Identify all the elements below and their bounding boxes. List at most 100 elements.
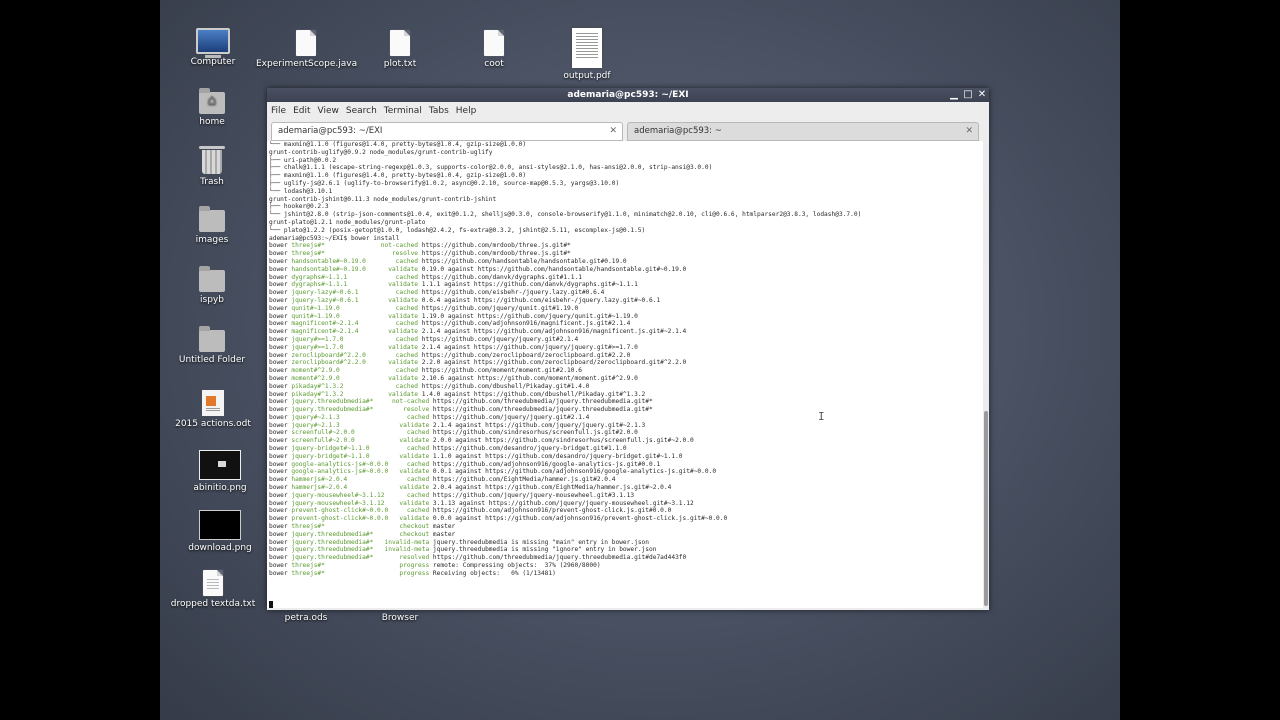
terminal-line: bower zeroclipboard#^2.2.0 cached https:… [269, 352, 981, 360]
line-detail: https://github.com/sindresorhus/screenfu… [429, 429, 638, 437]
line-prefix: bower [269, 367, 292, 375]
line-prefix: bower [269, 374, 292, 382]
tab-home[interactable]: ademaria@pc593: ~ ✕ [627, 122, 979, 141]
menu-help[interactable]: Help [456, 102, 482, 120]
tab-exi[interactable]: ademaria@pc593: ~/EXI ✕ [271, 122, 623, 141]
line-detail: https://github.com/desandro/jquery-bridg… [429, 445, 627, 453]
desktop-icon-ispyb[interactable]: ispyb [162, 266, 262, 306]
desktop-icon-petra[interactable]: petra.ods [256, 612, 356, 624]
text-file-icon [203, 570, 223, 596]
line-prefix: bower [269, 257, 292, 265]
terminal-line: bower google-analytics-js#~0.0.0 validat… [269, 468, 981, 476]
line-prefix: bower [269, 351, 292, 359]
desktop-icon-label: Browser [381, 613, 419, 623]
line-package: jquery-lazy#~0.6.1 validate [291, 296, 419, 304]
terminal-window[interactable]: ademaria@pc593: ~/EXI ▁ □ ✕ File Edit Vi… [267, 88, 989, 610]
terminal-line: bower prevent-ghost-click#~0.0.0 cached … [269, 507, 981, 515]
desktop-icon-trash[interactable]: Trash [162, 146, 262, 188]
line-package: qunit#~1.19.0 cached [291, 304, 419, 312]
line-prefix: bower [269, 554, 292, 562]
desktop-icon-experimentscope[interactable]: ExperimentScope.java [256, 30, 357, 70]
terminal-line: bower moment#^2.9.0 cached https://githu… [269, 367, 981, 375]
line-detail: https://github.com/dbushell/Pikaday.git#… [418, 382, 590, 390]
desktop-icon-plot[interactable]: plot.txt [350, 30, 450, 70]
desktop-icon-label: Computer [190, 57, 236, 67]
desktop-icon-dropped-textda[interactable]: dropped textda.txt [163, 570, 263, 610]
line-detail: https://github.com/adjohnson916/prevent-… [429, 507, 672, 515]
menu-file[interactable]: File [271, 102, 291, 120]
file-icon [484, 30, 504, 56]
line-package: magnificent#~2.1.4 cached [291, 320, 419, 328]
window-titlebar[interactable]: ademaria@pc593: ~/EXI ▁ □ ✕ [267, 88, 989, 102]
line-prefix: └── plato@1.2.2 (posix-getopt@1.0.0, lod… [269, 226, 646, 234]
desktop-icon-2015-actions[interactable]: 2015 actions.odt [163, 390, 263, 430]
line-package: threejs#* resolve [291, 250, 419, 258]
line-detail: https://github.com/jquery/jquery.git#2.1… [429, 413, 590, 421]
desktop-icon-output-pdf[interactable]: output.pdf [537, 28, 637, 82]
terminal-line: bower jquery.threedubmedia#* invalid-met… [269, 539, 981, 547]
line-detail: jquery.threedubmedia is missing "ignore"… [429, 546, 657, 554]
terminal-line: bower jquery.threedubmedia#* resolved ht… [269, 554, 981, 562]
line-package: prevent-ghost-click#~0.0.0 validate [291, 515, 430, 523]
line-package: jquery#>=1.7.0 validate [291, 343, 419, 351]
terminal-line: bower jquery#~2.1.3 cached https://githu… [269, 414, 981, 422]
menu-search[interactable]: Search [346, 102, 382, 120]
terminal-line: bower pikaday#^1.3.2 cached https://gith… [269, 383, 981, 391]
line-package: jquery#~2.1.3 validate [291, 421, 430, 429]
line-detail: https://github.com/EightMedia/hammer.js.… [429, 476, 616, 484]
menu-terminal[interactable]: Terminal [384, 102, 427, 120]
maximize-icon[interactable]: □ [963, 88, 973, 102]
menu-edit[interactable]: Edit [293, 102, 315, 120]
close-icon[interactable]: ✕ [977, 88, 987, 102]
menu-bar: File Edit View Search Terminal Tabs Help [267, 102, 989, 120]
terminal-line: bower threejs#* checkout master [269, 523, 981, 531]
window-title: ademaria@pc593: ~/EXI [567, 90, 689, 100]
line-prefix: bower [269, 546, 292, 554]
line-detail: https://github.com/handsontable/handsont… [418, 257, 627, 265]
line-package: jquery.threedubmedia#* invalid-meta [291, 546, 430, 554]
terminal-line: bower jquery#~2.1.3 validate 2.1.4 again… [269, 422, 981, 430]
scrollbar-thumb[interactable] [984, 411, 988, 606]
desktop-icon-browser[interactable]: Browser [350, 612, 450, 624]
line-detail: 2.0.0 against https://github.com/sindres… [429, 437, 694, 445]
terminal-line: bower google-analytics-js#~0.0.0 cached … [269, 461, 981, 469]
desktop-icon-home[interactable]: home [162, 88, 262, 128]
desktop-icon-label: abinitio.png [193, 483, 247, 493]
folder-icon [199, 266, 225, 292]
line-detail: 2.0.4 against https://github.com/EightMe… [429, 484, 672, 492]
menu-tabs[interactable]: Tabs [429, 102, 454, 120]
minimize-icon[interactable]: ▁ [949, 88, 959, 102]
menu-view[interactable]: View [318, 102, 344, 120]
scrollbar[interactable] [983, 141, 989, 608]
line-detail: master [429, 523, 456, 531]
terminal-line: bower threejs#* not-cached https://githu… [269, 242, 981, 250]
terminal-line: bower magnificent#~2.1.4 cached https://… [269, 320, 981, 328]
terminal-line: bower prevent-ghost-click#~0.0.0 validat… [269, 515, 981, 523]
line-detail: 3.1.13 against https://github.com/jquery… [429, 499, 694, 507]
line-package: jquery.threedubmedia#* resolve [291, 406, 430, 414]
line-prefix: bower [269, 569, 292, 577]
line-package: jquery.threedubmedia#* not-cached [291, 398, 430, 406]
desktop-icon-download[interactable]: download.png [170, 510, 270, 554]
terminal-line: └── maxmin@1.1.0 (figures@1.4.0, pretty-… [269, 141, 981, 149]
line-prefix: bower [269, 538, 292, 546]
desktop-icon-untitled-folder[interactable]: Untitled Folder [162, 326, 262, 366]
desktop-icon-images[interactable]: images [162, 206, 262, 246]
line-package: screenfull#~2.0.0 validate [291, 437, 430, 445]
line-prefix: bower [269, 312, 292, 320]
desktop-icon-label: home [199, 117, 225, 127]
line-prefix: bower [269, 515, 292, 523]
line-package: threejs#* not-cached [291, 242, 419, 250]
close-tab-icon[interactable]: ✕ [609, 123, 617, 140]
terminal-line: bower dygraphs#~1.1.1 validate 1.1.1 aga… [269, 281, 981, 289]
line-prefix: bower [269, 468, 292, 476]
line-prefix: bower [269, 421, 292, 429]
terminal-output[interactable]: └── maxmin@1.1.0 (figures@1.4.0, pretty-… [267, 141, 983, 608]
desktop-icon-coot[interactable]: coot [444, 30, 544, 70]
desktop-icon-abinitio[interactable]: abinitio.png [170, 450, 270, 494]
desktop-icon-computer[interactable]: Computer [163, 28, 263, 68]
tab-label: ademaria@pc593: ~/EXI [278, 126, 383, 136]
close-tab-icon[interactable]: ✕ [965, 123, 973, 140]
terminal-line: bower threejs#* progress remote: Compres… [269, 562, 981, 570]
line-prefix: bower [269, 242, 292, 250]
